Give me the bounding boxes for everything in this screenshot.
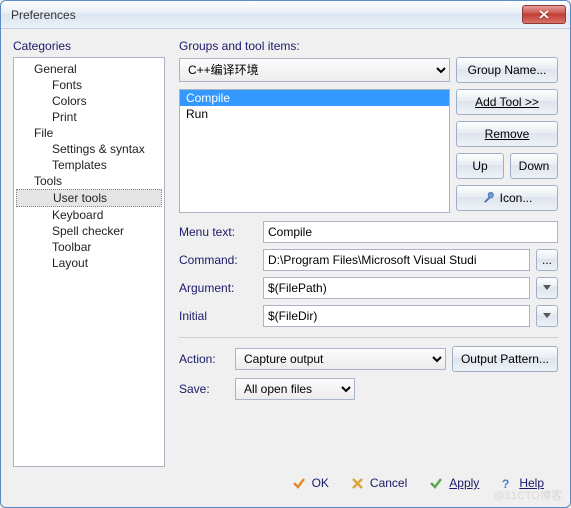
action-label: Action: (179, 352, 229, 366)
list-item[interactable]: Compile (180, 90, 449, 106)
help-button[interactable]: ? Help (501, 475, 544, 491)
help-icon: ? (501, 475, 513, 491)
divider (179, 337, 558, 338)
categories-tree[interactable]: General Fonts Colors Print File Settings… (13, 57, 165, 467)
tree-node-print[interactable]: Print (14, 109, 164, 125)
menu-text-label: Menu text: (179, 225, 257, 239)
tool-items-list[interactable]: Compile Run (179, 89, 450, 213)
command-browse-button[interactable]: ... (536, 249, 558, 271)
tree-node-settings-syntax[interactable]: Settings & syntax (14, 141, 164, 157)
tree-node-user-tools[interactable]: User tools (16, 189, 162, 207)
initial-input[interactable] (263, 305, 530, 327)
argument-menu-button[interactable] (536, 277, 558, 299)
chevron-down-icon (543, 313, 551, 319)
action-dropdown[interactable]: Capture output (235, 348, 446, 370)
close-icon (539, 10, 549, 19)
save-dropdown[interactable]: All open files (235, 378, 355, 400)
tree-node-fonts[interactable]: Fonts (14, 77, 164, 93)
initial-menu-button[interactable] (536, 305, 558, 327)
tree-node-colors[interactable]: Colors (14, 93, 164, 109)
svg-text:?: ? (502, 477, 509, 491)
groups-label: Groups and tool items: (179, 39, 558, 53)
command-input[interactable] (263, 249, 530, 271)
argument-input[interactable] (263, 277, 530, 299)
argument-label: Argument: (179, 281, 257, 295)
tree-node-file[interactable]: File (14, 125, 164, 141)
tree-node-templates[interactable]: Templates (14, 157, 164, 173)
list-item[interactable]: Run (180, 106, 449, 122)
tree-node-layout[interactable]: Layout (14, 255, 164, 271)
remove-button[interactable]: Remove (456, 121, 558, 147)
output-pattern-button[interactable]: Output Pattern... (452, 346, 558, 372)
tree-node-tools[interactable]: Tools (14, 173, 164, 189)
command-label: Command: (179, 253, 257, 267)
categories-label: Categories (13, 39, 165, 53)
window-title: Preferences (11, 8, 522, 22)
down-button[interactable]: Down (510, 153, 558, 179)
tree-node-spell-checker[interactable]: Spell checker (14, 223, 164, 239)
chevron-down-icon (543, 285, 551, 291)
up-button[interactable]: Up (456, 153, 504, 179)
check-icon (429, 476, 443, 490)
tree-node-keyboard[interactable]: Keyboard (14, 207, 164, 223)
menu-text-input[interactable] (263, 221, 558, 243)
icon-button[interactable]: Icon... (456, 185, 558, 211)
titlebar: Preferences (1, 1, 570, 29)
check-icon (292, 476, 306, 490)
group-name-button[interactable]: Group Name... (456, 57, 558, 83)
ok-button[interactable]: OK (292, 476, 329, 490)
cancel-button[interactable]: Cancel (351, 476, 407, 490)
close-button[interactable] (522, 5, 566, 24)
wrench-icon (482, 191, 496, 205)
group-dropdown[interactable]: C++编译环境 (179, 58, 450, 82)
x-icon (351, 477, 364, 490)
apply-button[interactable]: Apply (429, 476, 479, 490)
save-label: Save: (179, 382, 229, 396)
add-tool-button[interactable]: Add Tool >> (456, 89, 558, 115)
tree-node-toolbar[interactable]: Toolbar (14, 239, 164, 255)
initial-label: Initial (179, 309, 257, 323)
tree-node-general[interactable]: General (14, 61, 164, 77)
